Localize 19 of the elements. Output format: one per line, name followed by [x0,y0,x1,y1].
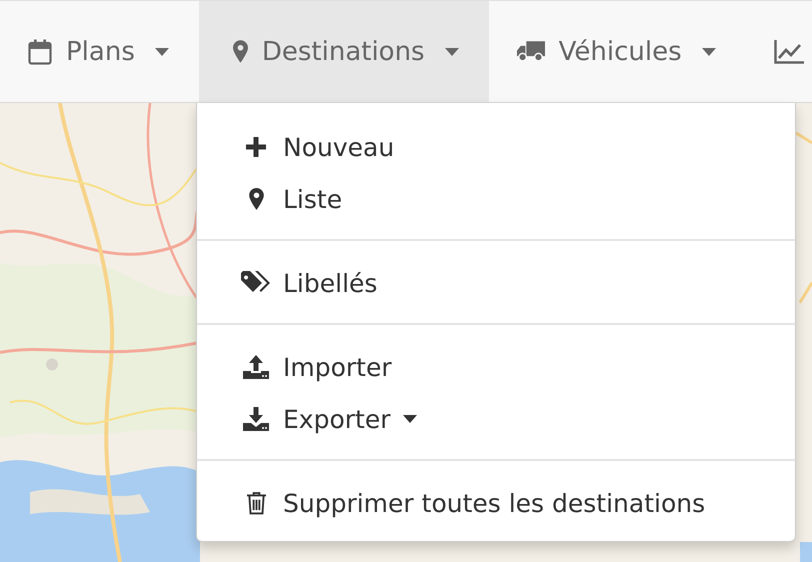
tags-icon [241,271,271,295]
nav-tab[interactable]: Véhicules [488,1,746,102]
nav-tab[interactable]: Destinations [198,1,489,102]
upload-icon [243,355,269,379]
menu-item[interactable]: Supprimer toutes les destinations [197,477,795,529]
menu-item[interactable]: Exporter [197,393,795,445]
map-pin-icon [232,40,248,63]
menu-item[interactable]: Liste [197,173,795,225]
menu-item[interactable]: Nouveau [197,121,795,173]
plus-icon [246,137,266,157]
menu-item[interactable]: Importer [197,341,795,393]
chart-icon [774,40,804,64]
download-icon [243,407,269,431]
nav-tab[interactable]: Plans [0,1,199,102]
truck-icon [516,41,545,62]
menu-item[interactable]: Libellés [197,257,795,309]
calendar-icon [28,38,52,64]
trash-icon [246,492,266,514]
map-pin-icon [248,188,264,210]
